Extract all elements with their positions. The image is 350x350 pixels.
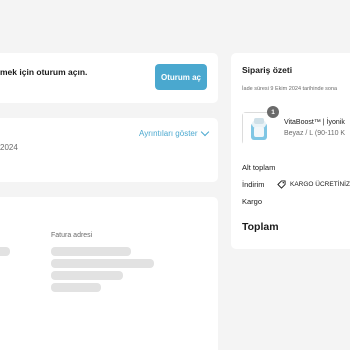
chevron-down-icon [200, 127, 209, 137]
login-prompt-text: mek için oturum açın. [0, 67, 88, 77]
checkout-page: mek için oturum açın. Oturum aç 2024 Ayr… [0, 0, 350, 350]
login-button[interactable]: Oturum aç [155, 64, 207, 90]
quantity-badge: 1 [267, 106, 279, 118]
tag-icon [277, 180, 286, 189]
skeleton-line [51, 271, 123, 280]
order-date: 2024 [0, 143, 18, 152]
discount-label: İndirim [242, 180, 265, 189]
order-details-card: 2024 Ayrıntıları göster [0, 118, 218, 182]
discount-code-text: KARGO ÜCRETİNİZ [290, 181, 350, 188]
subtotal-label: Alt toplam [242, 163, 276, 172]
skeleton-line [51, 247, 131, 256]
discount-code: KARGO ÜCRETİNİZ [277, 180, 350, 189]
order-summary-card: Sipariş özeti İade süresi 9 Ekim 2024 ta… [231, 53, 350, 249]
return-period-note: İade süresi 9 Ekim 2024 tarihinde sona [242, 86, 338, 92]
skeleton-line [51, 259, 154, 268]
show-details-toggle[interactable]: Ayrıntıları göster [139, 127, 209, 138]
order-summary-title: Sipariş özeti [242, 65, 293, 75]
product-image-icon [243, 113, 275, 146]
address-card: Fatura adresi [0, 197, 218, 350]
skeleton-line [51, 283, 101, 292]
total-label: Toplam [242, 221, 279, 233]
show-details-label: Ayrıntıları göster [139, 129, 198, 138]
login-prompt-card: mek için oturum açın. Oturum aç [0, 53, 218, 103]
product-variant: Beyaz / L (90-110 K [284, 130, 346, 137]
product-name: VitaBoost™ | İyonik [284, 119, 345, 126]
billing-address-label: Fatura adresi [51, 232, 93, 239]
skeleton-line-left [0, 247, 10, 256]
shipping-label: Kargo [242, 197, 263, 206]
